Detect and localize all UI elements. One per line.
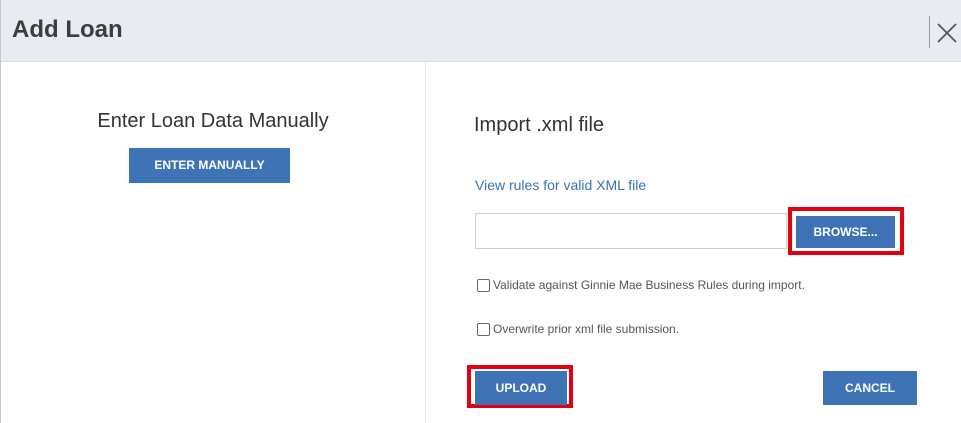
dialog-title: Add Loan <box>12 16 123 43</box>
overwrite-option: Overwrite prior xml file submission. <box>477 322 679 336</box>
header-divider <box>929 16 930 48</box>
overwrite-label: Overwrite prior xml file submission. <box>493 322 680 336</box>
close-icon[interactable] <box>934 20 960 46</box>
add-loan-dialog: Add Loan Enter Loan Data Manually ENTER … <box>0 0 961 423</box>
cancel-button[interactable]: CANCEL <box>823 371 917 405</box>
upload-button[interactable]: UPLOAD <box>475 371 567 405</box>
validate-option: Validate against Ginnie Mae Business Rul… <box>477 278 805 292</box>
import-xml-heading: Import .xml file <box>474 114 605 136</box>
view-rules-link[interactable]: View rules for valid XML file <box>475 177 646 193</box>
validate-label: Validate against Ginnie Mae Business Rul… <box>493 278 805 292</box>
browse-button[interactable]: BROWSE... <box>796 216 895 248</box>
enter-manually-button[interactable]: ENTER MANUALLY <box>129 148 290 183</box>
validate-checkbox[interactable] <box>477 278 490 292</box>
overwrite-checkbox[interactable] <box>477 322 490 336</box>
dialog-header: Add Loan <box>1 0 961 62</box>
file-path-input[interactable] <box>475 213 787 249</box>
column-divider <box>425 62 426 423</box>
manual-entry-heading: Enter Loan Data Manually <box>97 110 329 132</box>
